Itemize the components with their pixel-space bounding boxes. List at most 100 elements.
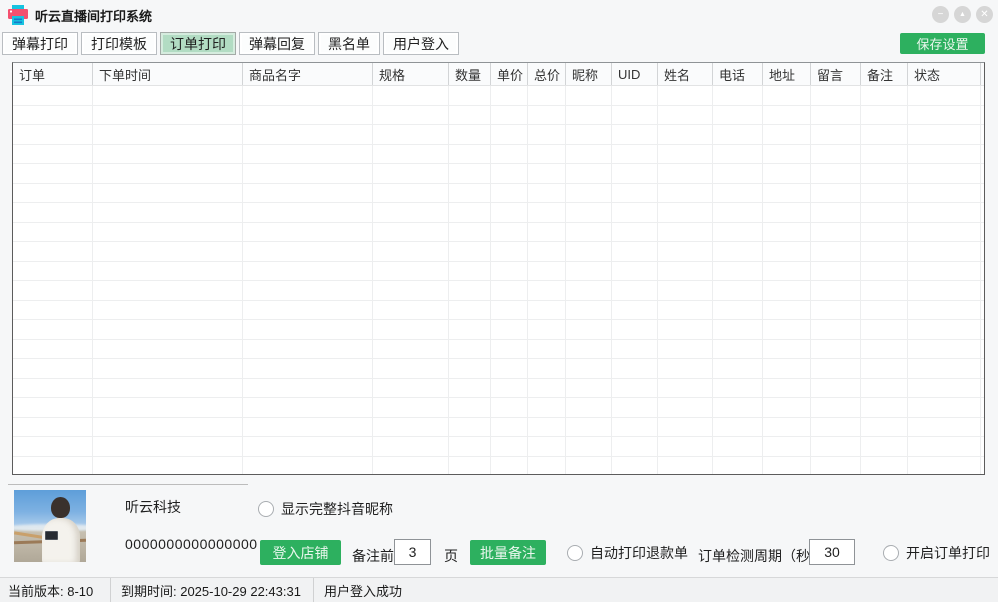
- column-header-4[interactable]: 数量: [449, 63, 491, 85]
- table-cell: [908, 106, 981, 125]
- tab-1[interactable]: 打印模板: [81, 32, 157, 55]
- radio-label: 开启订单打印: [906, 543, 990, 563]
- table-cell: [243, 281, 373, 300]
- save-settings-button[interactable]: 保存设置: [900, 33, 985, 54]
- order-check-period-input[interactable]: [809, 539, 855, 565]
- app-window: 听云直播间打印系统 − ▲ ✕ 弹幕打印打印模板订单打印弹幕回复黑名单用户登入 …: [0, 0, 998, 602]
- remark-prefix-label: 备注前: [352, 546, 394, 566]
- radio-show-full-nickname[interactable]: 显示完整抖音昵称: [258, 499, 393, 519]
- table-cell: [13, 125, 93, 144]
- table-cell: [658, 379, 713, 398]
- table-cell: [763, 398, 811, 417]
- table-cell: [93, 106, 243, 125]
- table-cell: [13, 86, 93, 105]
- column-header-7[interactable]: 昵称: [566, 63, 612, 85]
- avatar-phone-shape: [45, 531, 58, 540]
- table-cell: [13, 145, 93, 164]
- table-cell: [763, 203, 811, 222]
- radio-enable-order-print[interactable]: 开启订单打印: [883, 543, 990, 563]
- table-cell: [13, 203, 93, 222]
- tab-3[interactable]: 弹幕回复: [239, 32, 315, 55]
- column-header-3[interactable]: 规格: [373, 63, 449, 85]
- remark-pages-input[interactable]: [394, 539, 431, 565]
- table-cell: [93, 223, 243, 242]
- close-icon[interactable]: ✕: [976, 6, 993, 23]
- table-cell: [658, 164, 713, 183]
- table-cell: [612, 457, 658, 476]
- column-header-5[interactable]: 单价: [491, 63, 528, 85]
- column-header-2[interactable]: 商品名字: [243, 63, 373, 85]
- table-cell: [528, 184, 566, 203]
- tab-4[interactable]: 黑名单: [318, 32, 380, 55]
- table-cell: [763, 437, 811, 456]
- table-cell: [908, 301, 981, 320]
- table-cell: [658, 301, 713, 320]
- table-cell: [658, 86, 713, 105]
- table-row: [13, 418, 984, 438]
- radio-circle-icon: [883, 545, 899, 561]
- status-expire-time: 到期时间: 2025-10-29 22:43:31: [111, 581, 313, 600]
- table-cell: [713, 125, 763, 144]
- column-header-12[interactable]: 留言: [811, 63, 861, 85]
- table-cell: [981, 203, 985, 222]
- table-cell: [13, 418, 93, 437]
- table-cell: [93, 340, 243, 359]
- table-row: [13, 203, 984, 223]
- table-cell: [373, 359, 449, 378]
- table-cell: [566, 281, 612, 300]
- table-cell: [93, 457, 243, 476]
- table-cell: [713, 340, 763, 359]
- table-cell: [566, 437, 612, 456]
- table-cell: [763, 184, 811, 203]
- minimize-icon[interactable]: −: [932, 6, 949, 23]
- table-cell: [491, 242, 528, 261]
- login-shop-button[interactable]: 登入店铺: [260, 540, 341, 565]
- table-cell: [491, 86, 528, 105]
- table-cell: [811, 320, 861, 339]
- column-header-10[interactable]: 电话: [713, 63, 763, 85]
- column-header-15[interactable]: [981, 63, 985, 85]
- table-cell: [713, 359, 763, 378]
- table-cell: [861, 379, 908, 398]
- status-login-message: 用户登入成功: [314, 581, 412, 600]
- table-cell: [373, 145, 449, 164]
- table-cell: [763, 262, 811, 281]
- column-header-9[interactable]: 姓名: [658, 63, 713, 85]
- table-cell: [861, 184, 908, 203]
- tab-5[interactable]: 用户登入: [383, 32, 459, 55]
- avatar-person-shape: [42, 518, 80, 562]
- table-row: [13, 437, 984, 457]
- table-cell: [491, 223, 528, 242]
- table-cell: [811, 203, 861, 222]
- column-header-14[interactable]: 状态: [908, 63, 981, 85]
- maximize-icon[interactable]: ▲: [954, 6, 971, 23]
- table-cell: [491, 164, 528, 183]
- table-cell: [528, 164, 566, 183]
- table-cell: [658, 223, 713, 242]
- radio-label: 自动打印退款单: [590, 543, 688, 563]
- column-header-6[interactable]: 总价: [528, 63, 566, 85]
- table-cell: [981, 281, 985, 300]
- batch-remark-button[interactable]: 批量备注: [470, 540, 546, 565]
- table-cell: [566, 418, 612, 437]
- table-cell: [491, 359, 528, 378]
- table-cell: [93, 145, 243, 164]
- column-header-8[interactable]: UID: [612, 63, 658, 85]
- tab-0[interactable]: 弹幕打印: [2, 32, 78, 55]
- table-cell: [491, 281, 528, 300]
- table-cell: [93, 320, 243, 339]
- radio-auto-print-refund[interactable]: 自动打印退款单: [567, 543, 688, 563]
- table-cell: [861, 281, 908, 300]
- table-cell: [658, 340, 713, 359]
- table-cell: [861, 242, 908, 261]
- table-cell: [93, 379, 243, 398]
- table-cell: [763, 106, 811, 125]
- column-header-11[interactable]: 地址: [763, 63, 811, 85]
- table-cell: [13, 281, 93, 300]
- column-header-1[interactable]: 下单时间: [93, 63, 243, 85]
- column-header-13[interactable]: 备注: [861, 63, 908, 85]
- column-header-0[interactable]: 订单: [13, 63, 93, 85]
- table-cell: [908, 164, 981, 183]
- tab-2-active[interactable]: 订单打印: [160, 32, 236, 55]
- table-cell: [243, 320, 373, 339]
